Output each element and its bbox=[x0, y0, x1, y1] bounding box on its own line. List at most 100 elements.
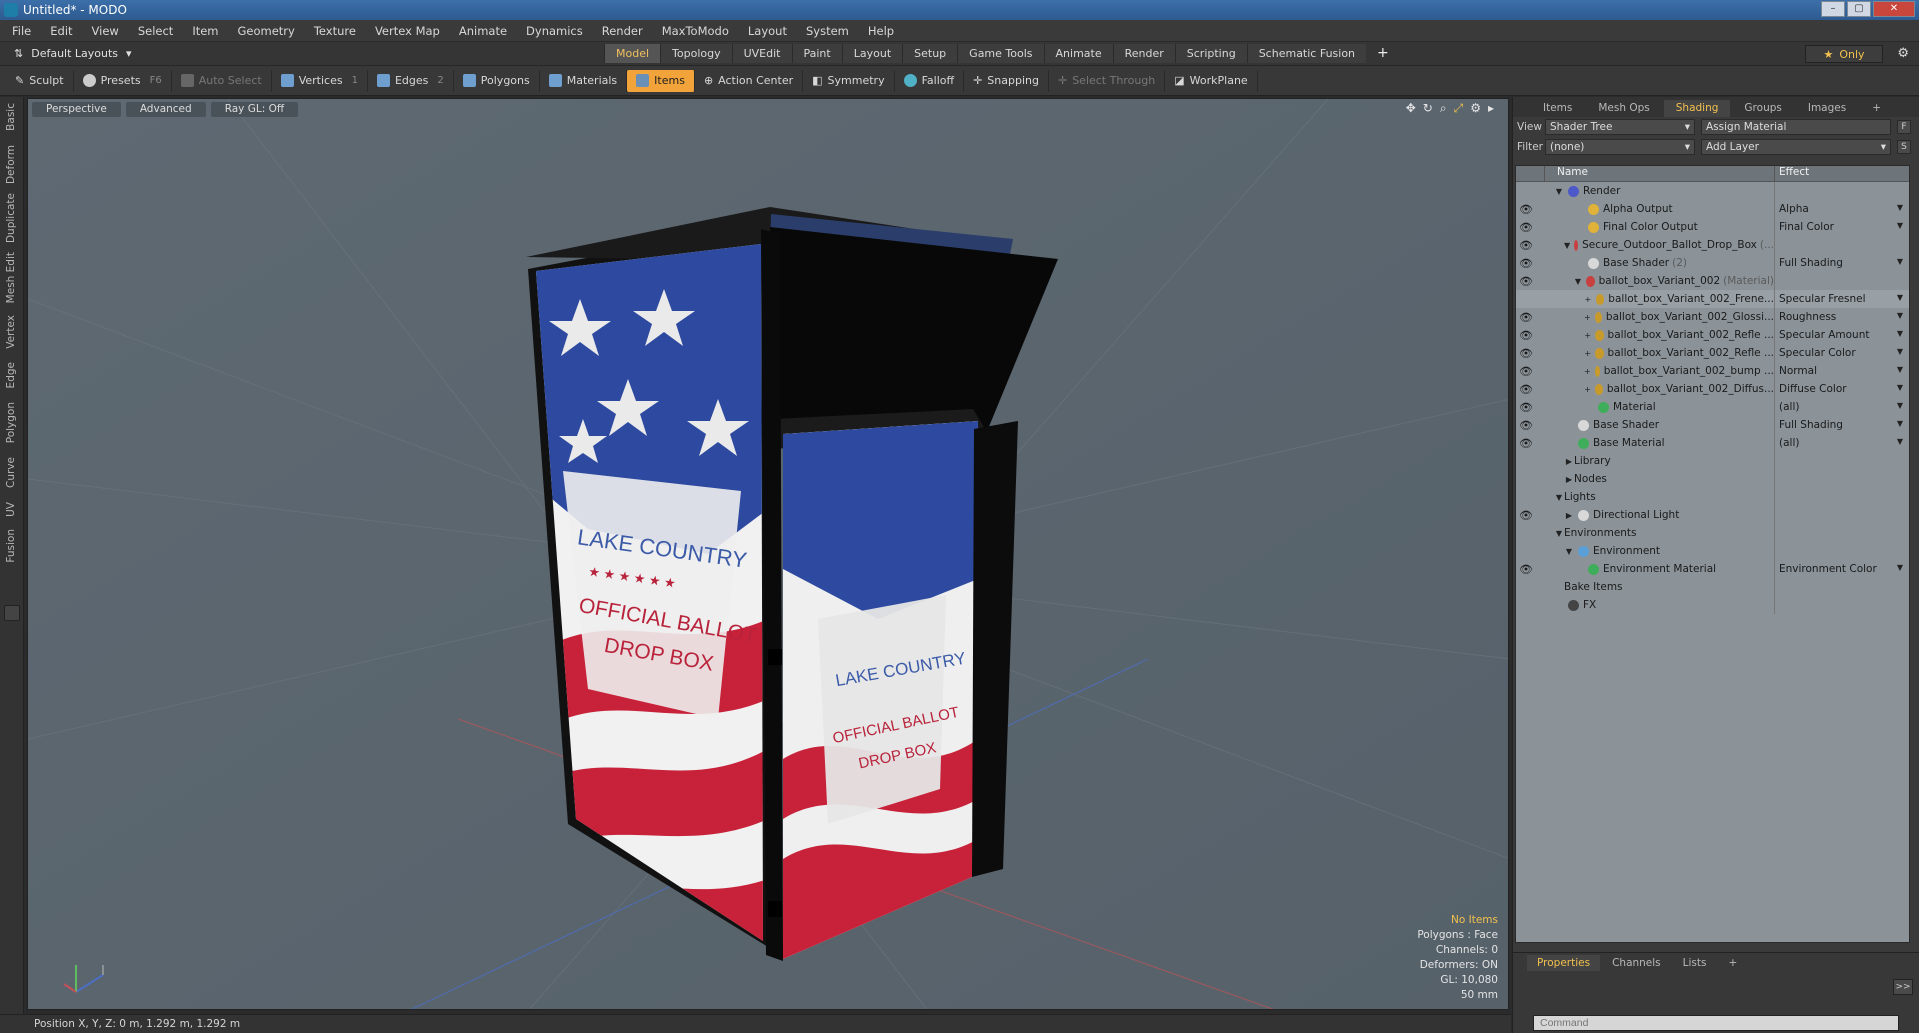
filter-dropdown[interactable]: (none) ▾ bbox=[1545, 139, 1695, 155]
add-layer-dropdown[interactable]: Add Layer ▾ bbox=[1701, 139, 1891, 155]
layout-selector[interactable]: ⇅ Default Layouts ▾ bbox=[14, 47, 132, 60]
shader-tree-row[interactable]: 👁 + ballot_box_Variant_002_Refle ... Specul… bbox=[1516, 326, 1909, 344]
strip-tab-mesh-edit[interactable]: Mesh Edit bbox=[5, 252, 17, 303]
tab-properties[interactable]: Properties bbox=[1527, 955, 1601, 971]
effect-dropdown-icon[interactable]: ▼ bbox=[1897, 257, 1903, 266]
menu-item[interactable]: Item bbox=[192, 24, 218, 38]
shader-tree-row[interactable]: ▼ Environment bbox=[1516, 542, 1909, 560]
shader-tree-row[interactable]: 👁 Material (all) ▼ bbox=[1516, 398, 1909, 416]
shader-tree-row[interactable]: 👁 + ballot_box_Variant_002_Glossi... Roughn… bbox=[1516, 308, 1909, 326]
zoom-icon[interactable]: ⌕ bbox=[1440, 101, 1447, 116]
expand-plus-icon[interactable]: + bbox=[1584, 295, 1592, 304]
tab-groups[interactable]: Groups bbox=[1732, 100, 1793, 117]
materials-button[interactable]: Materials bbox=[540, 69, 628, 92]
menu-view[interactable]: View bbox=[92, 24, 119, 38]
workplane-button[interactable]: ◪ WorkPlane bbox=[1165, 69, 1258, 92]
tab-setup[interactable]: Setup bbox=[902, 44, 958, 63]
tab-lists[interactable]: Lists bbox=[1673, 955, 1717, 971]
shader-tree-row[interactable]: ▼ Lights bbox=[1516, 488, 1909, 506]
symmetry-button[interactable]: ◧ Symmetry bbox=[803, 69, 895, 92]
auto-select-button[interactable]: Auto Select bbox=[172, 69, 272, 92]
view-dropdown[interactable]: Shader Tree ▾ bbox=[1545, 119, 1695, 135]
vertices-button[interactable]: Vertices 1 bbox=[272, 69, 368, 92]
menu-select[interactable]: Select bbox=[138, 24, 173, 38]
effect-dropdown-icon[interactable]: ▼ bbox=[1897, 401, 1903, 410]
3d-viewport[interactable]: LAKE COUNTRY ★ ★ ★ ★ ★ ★ OFFICIAL BALLOT… bbox=[27, 98, 1509, 1010]
tab-topology[interactable]: Topology bbox=[660, 44, 732, 63]
eye-icon[interactable]: 👁 bbox=[1516, 401, 1536, 414]
falloff-button[interactable]: Falloff bbox=[895, 69, 965, 92]
maximize-icon[interactable]: ▢ bbox=[1847, 1, 1871, 17]
eye-icon[interactable]: 👁 bbox=[1516, 203, 1536, 216]
menu-vertex-map[interactable]: Vertex Map bbox=[375, 24, 440, 38]
viewport-menu-icon[interactable]: ▸ bbox=[1488, 101, 1494, 116]
eye-icon[interactable]: 👁 bbox=[1516, 365, 1536, 378]
shader-tree-row[interactable]: Bake Items bbox=[1516, 578, 1909, 596]
effect-dropdown-icon[interactable]: ▼ bbox=[1897, 419, 1903, 428]
strip-tab-fusion[interactable]: Fusion bbox=[5, 529, 17, 563]
eye-icon[interactable]: 👁 bbox=[1516, 383, 1536, 396]
effect-dropdown-icon[interactable]: ▼ bbox=[1897, 365, 1903, 374]
expand-plus-icon[interactable]: + bbox=[1584, 385, 1591, 394]
select-through-button[interactable]: ✛ Select Through bbox=[1049, 69, 1166, 92]
menu-geometry[interactable]: Geometry bbox=[238, 24, 295, 38]
tab-scripting[interactable]: Scripting bbox=[1174, 44, 1247, 63]
gear-icon[interactable]: ⚙ bbox=[1897, 46, 1909, 61]
strip-tab-duplicate[interactable]: Duplicate bbox=[5, 193, 17, 243]
eye-icon[interactable]: 👁 bbox=[1516, 509, 1536, 522]
advanced-button[interactable]: Advanced bbox=[125, 102, 206, 117]
f-button[interactable]: F bbox=[1897, 120, 1911, 134]
shader-tree-row[interactable]: 👁 ▶ Directional Light bbox=[1516, 506, 1909, 524]
strip-tab-vertex[interactable]: Vertex bbox=[5, 315, 17, 349]
tab-render[interactable]: Render bbox=[1112, 44, 1175, 63]
shader-tree-row[interactable]: FX bbox=[1516, 596, 1909, 614]
minimize-icon[interactable]: – bbox=[1821, 1, 1845, 17]
tab-shading[interactable]: Shading bbox=[1663, 100, 1731, 117]
tree-arrow-icon[interactable]: ▼ bbox=[1574, 277, 1582, 286]
shader-tree-row[interactable]: ▶ Library bbox=[1516, 452, 1909, 470]
tab-channels[interactable]: Channels bbox=[1602, 955, 1671, 971]
tab-items[interactable]: Items bbox=[1531, 100, 1584, 117]
expand-plus-icon[interactable]: + bbox=[1584, 367, 1591, 376]
shader-tree-row[interactable]: 👁 Final Color Output Final Color ▼ bbox=[1516, 218, 1909, 236]
menu-dynamics[interactable]: Dynamics bbox=[526, 24, 583, 38]
strip-tab-polygon[interactable]: Polygon bbox=[5, 402, 17, 443]
effect-dropdown-icon[interactable]: ▼ bbox=[1897, 347, 1903, 356]
tab-images[interactable]: Images bbox=[1796, 100, 1858, 117]
add-panel-tab-icon[interactable]: + bbox=[1860, 100, 1893, 117]
eye-icon[interactable]: 👁 bbox=[1516, 563, 1536, 576]
tab-schematic-fusion[interactable]: Schematic Fusion bbox=[1246, 44, 1367, 63]
menu-layout[interactable]: Layout bbox=[748, 24, 787, 38]
name-column-header[interactable]: Name bbox=[1544, 166, 1774, 181]
edges-button[interactable]: Edges 2 bbox=[368, 69, 454, 92]
effect-dropdown-icon[interactable]: ▼ bbox=[1897, 329, 1903, 338]
effect-dropdown-icon[interactable]: ▼ bbox=[1897, 293, 1903, 302]
tab-mesh-ops[interactable]: Mesh Ops bbox=[1586, 100, 1661, 117]
close-icon[interactable]: ✕ bbox=[1873, 1, 1915, 17]
eye-icon[interactable]: 👁 bbox=[1516, 419, 1536, 432]
menu-file[interactable]: File bbox=[12, 24, 31, 38]
tab-uvedit[interactable]: UVEdit bbox=[731, 44, 792, 63]
assign-material-button[interactable]: Assign Material bbox=[1701, 119, 1891, 135]
menu-edit[interactable]: Edit bbox=[50, 24, 72, 38]
add-properties-tab-icon[interactable]: + bbox=[1718, 955, 1747, 971]
eye-icon[interactable]: 👁 bbox=[1516, 239, 1536, 252]
menu-render[interactable]: Render bbox=[602, 24, 643, 38]
tree-arrow-icon[interactable]: ▼ bbox=[1554, 187, 1564, 196]
expand-button[interactable]: >> bbox=[1893, 979, 1913, 995]
viewport-settings-icon[interactable]: ⚙ bbox=[1470, 101, 1481, 116]
tab-model[interactable]: Model bbox=[604, 44, 661, 63]
strip-tab-uv[interactable]: UV bbox=[5, 502, 17, 517]
shader-tree-row[interactable]: 👁 Environment Material Environment Color ▼ bbox=[1516, 560, 1909, 578]
raygl-button[interactable]: Ray GL: Off bbox=[210, 102, 299, 117]
eye-icon[interactable]: 👁 bbox=[1516, 221, 1536, 234]
presets-button[interactable]: Presets F6 bbox=[74, 69, 172, 92]
shader-tree-row[interactable]: 👁 Alpha Output Alpha ▼ bbox=[1516, 200, 1909, 218]
menu-maxtomodo[interactable]: MaxToModo bbox=[662, 24, 729, 38]
tree-arrow-icon[interactable]: ▶ bbox=[1564, 511, 1574, 520]
rotate-icon[interactable]: ↻ bbox=[1423, 101, 1433, 116]
snapping-button[interactable]: ✛ Snapping bbox=[964, 69, 1049, 92]
expand-plus-icon[interactable]: + bbox=[1584, 331, 1591, 340]
strip-tab-edge[interactable]: Edge bbox=[5, 362, 17, 388]
shader-tree-row[interactable]: 👁 + ballot_box_Variant_002_Diffus... Diffus… bbox=[1516, 380, 1909, 398]
